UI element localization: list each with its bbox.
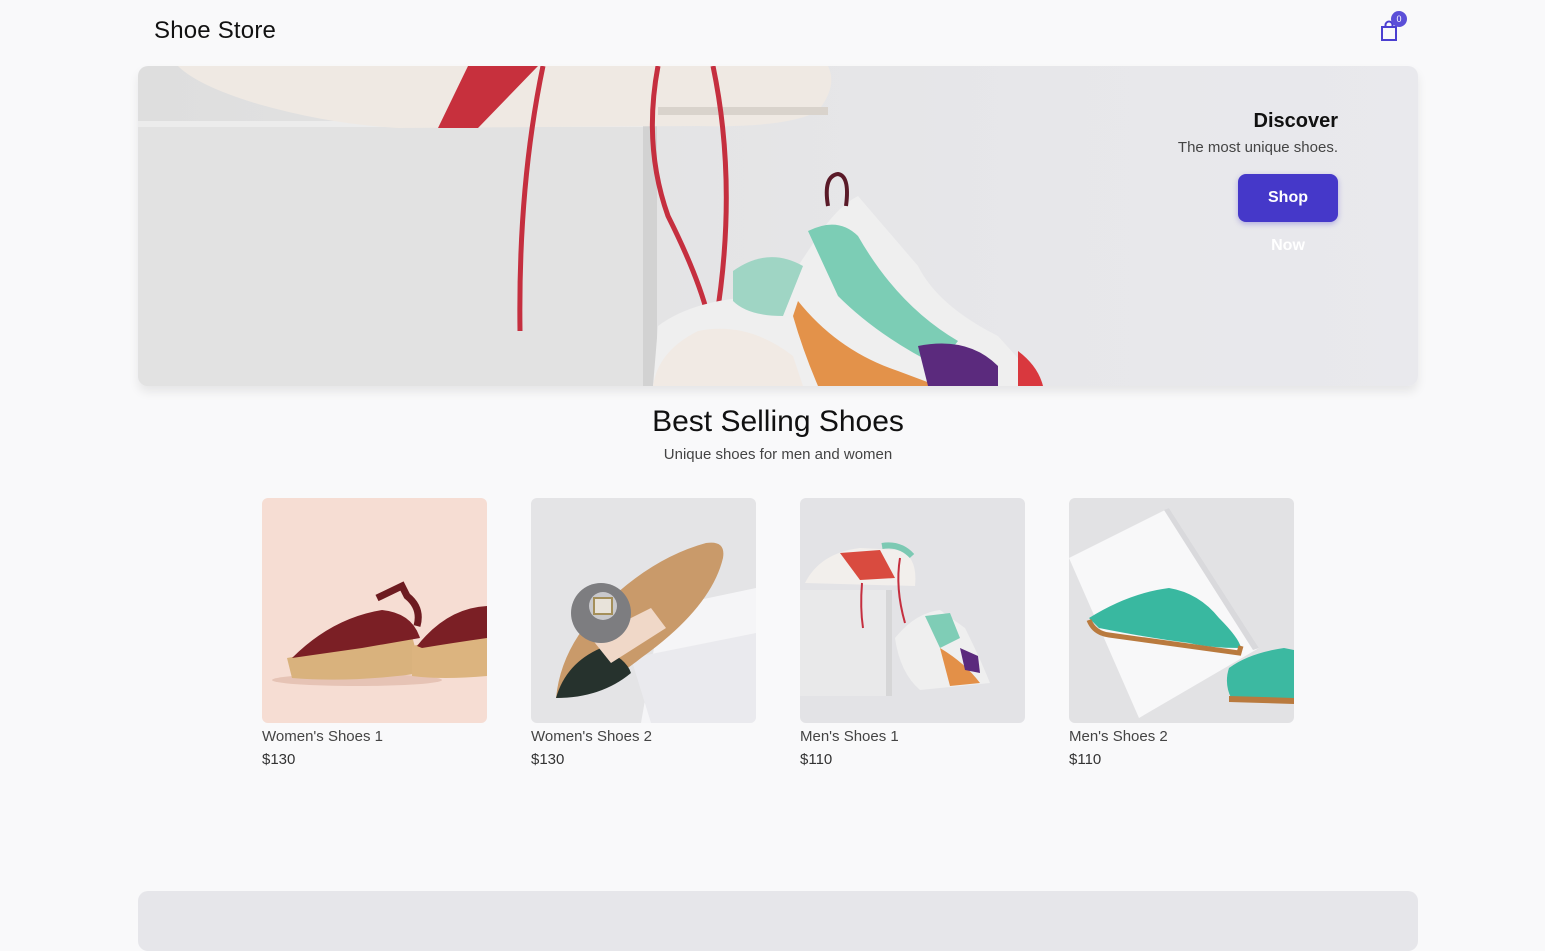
shop-now-button[interactable]: Shop Now [1238, 174, 1338, 254]
product-image-art [1069, 498, 1294, 723]
product-card[interactable]: Women's Shoes 2 $130 [531, 498, 756, 768]
product-price: $130 [531, 751, 565, 768]
footer-section [138, 891, 1418, 951]
product-image[interactable] [800, 498, 1025, 723]
store-logo[interactable]: Shoe Store [154, 17, 276, 45]
hero-copy: Discover The most unique shoes. Shop Now [1178, 110, 1338, 255]
product-card[interactable]: Men's Shoes 2 $110 [1069, 498, 1294, 768]
product-image-art [262, 498, 487, 723]
product-price: $110 [800, 751, 833, 768]
product-name[interactable]: Men's Shoes 2 [1069, 728, 1294, 745]
cart-count-badge: 0 [1391, 11, 1407, 27]
product-image[interactable] [1069, 498, 1294, 723]
product-image[interactable] [531, 498, 756, 723]
product-price: $110 [1069, 751, 1102, 768]
product-name[interactable]: Men's Shoes 1 [800, 728, 1025, 745]
section-title: Best Selling Shoes [652, 405, 904, 438]
product-image[interactable] [262, 498, 487, 723]
product-name[interactable]: Women's Shoes 1 [262, 728, 487, 745]
section-subtitle: Unique shoes for men and women [663, 446, 893, 463]
product-card[interactable]: Women's Shoes 1 $130 [262, 498, 487, 768]
product-card[interactable]: Men's Shoes 1 $110 [800, 498, 1025, 768]
hero-banner: Discover The most unique shoes. Shop Now [138, 66, 1418, 386]
product-image-art [800, 498, 1025, 723]
hero-subtitle: The most unique shoes. [1177, 139, 1338, 156]
cart-button[interactable]: 0 [1377, 11, 1407, 44]
product-name[interactable]: Women's Shoes 2 [531, 728, 756, 745]
product-image-art [531, 498, 756, 723]
product-price: $130 [262, 751, 296, 768]
hero-title: Discover [1253, 110, 1339, 132]
site-header: Shoe Store 0 [0, 0, 1545, 64]
